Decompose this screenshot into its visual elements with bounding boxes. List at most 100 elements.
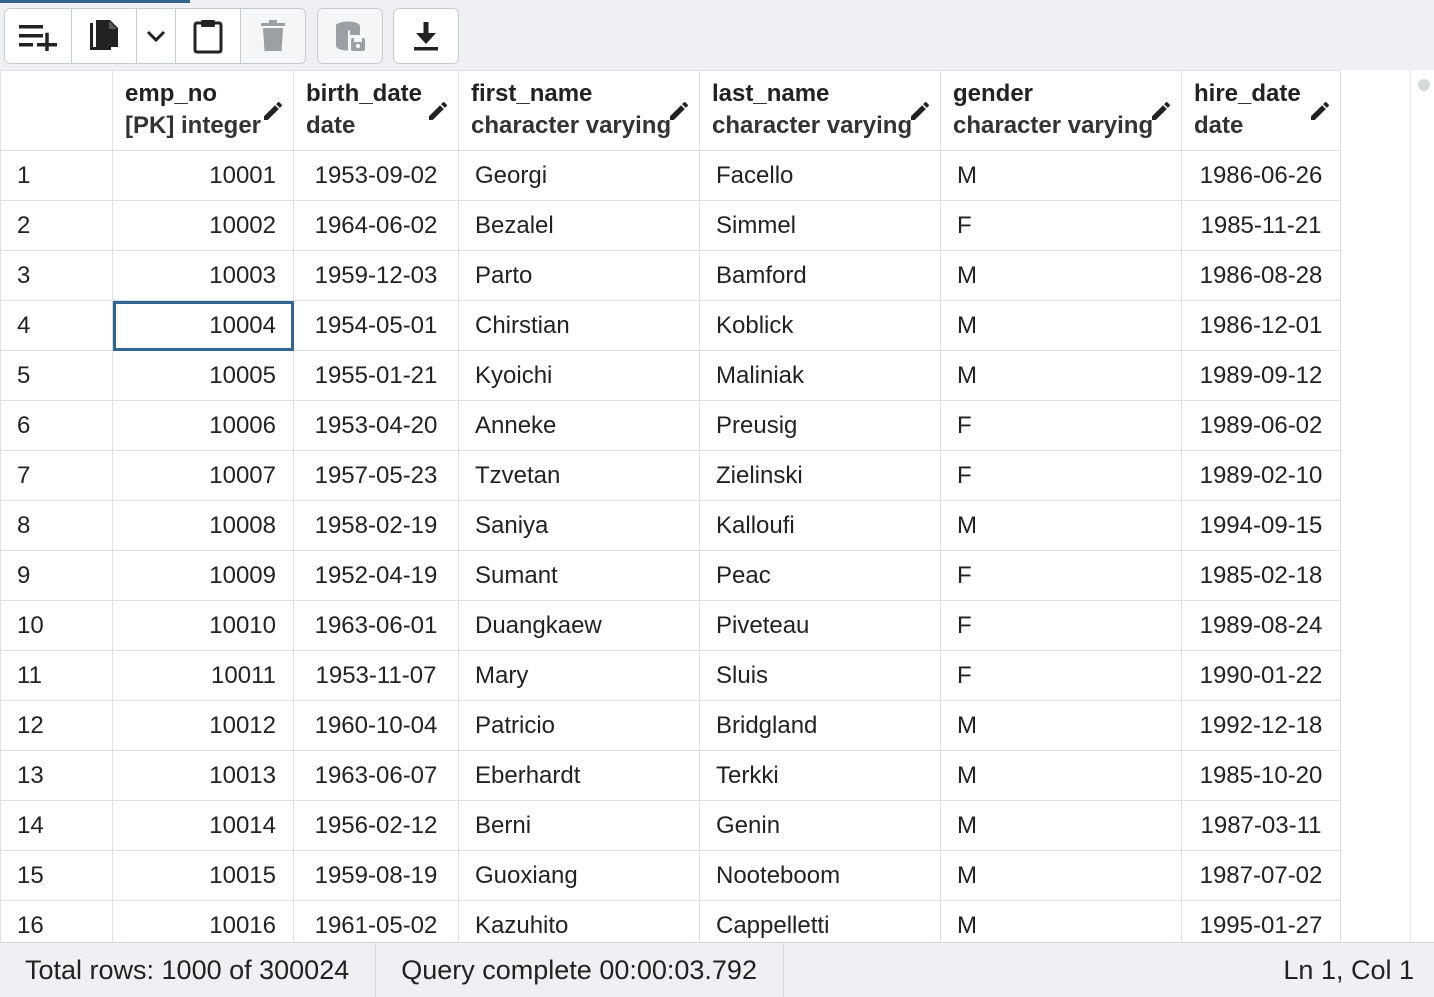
table-row[interactable]: 7 10007 1957-05-23 Tzvetan Zielinski F 1989-02… — [0, 450, 1341, 501]
cell-emp-no[interactable]: 10009 — [112, 550, 294, 601]
table-row[interactable]: 9 10009 1952-04-19 Sumant Peac F 1985-02-18 — [0, 550, 1341, 601]
cell-hire-date[interactable]: 1990-01-22 — [1181, 650, 1341, 701]
cell-emp-no[interactable]: 10013 — [112, 750, 294, 801]
cell-first-name[interactable]: Kazuhito — [458, 900, 700, 942]
table-row[interactable]: 8 10008 1958-02-19 Saniya Kalloufi M 1994-09-1… — [0, 500, 1341, 551]
cell-gender[interactable]: F — [940, 600, 1182, 651]
cell-birth-date[interactable]: 1952-04-19 — [293, 550, 459, 601]
cell-first-name[interactable]: Parto — [458, 250, 700, 301]
cell-first-name[interactable]: Chirstian — [458, 300, 700, 351]
row-number[interactable]: 10 — [0, 600, 113, 651]
table-row[interactable]: 4 10004 1954-05-01 Chirstian Koblick M 1986-12… — [0, 300, 1341, 351]
cell-birth-date[interactable]: 1955-01-21 — [293, 350, 459, 401]
cell-last-name[interactable]: Bridgland — [699, 700, 941, 751]
row-number[interactable]: 8 — [0, 500, 113, 551]
cell-hire-date[interactable]: 1989-08-24 — [1181, 600, 1341, 651]
cell-first-name[interactable]: Berni — [458, 800, 700, 851]
row-number[interactable]: 13 — [0, 750, 113, 801]
column-header-birth-date[interactable]: birth_date date — [293, 70, 459, 151]
cell-last-name[interactable]: Kalloufi — [699, 500, 941, 551]
cell-hire-date[interactable]: 1985-02-18 — [1181, 550, 1341, 601]
row-number[interactable]: 6 — [0, 400, 113, 451]
row-number[interactable]: 11 — [0, 650, 113, 701]
cell-last-name[interactable]: Peac — [699, 550, 941, 601]
cell-last-name[interactable]: Terkki — [699, 750, 941, 801]
cell-emp-no[interactable]: 10007 — [112, 450, 294, 501]
column-header-emp-no[interactable]: emp_no [PK] integer — [112, 70, 294, 151]
column-header-last-name[interactable]: last_name character varying — [699, 70, 941, 151]
cell-first-name[interactable]: Anneke — [458, 400, 700, 451]
cell-last-name[interactable]: Genin — [699, 800, 941, 851]
cell-birth-date[interactable]: 1953-11-07 — [293, 650, 459, 701]
row-number-header[interactable] — [0, 70, 113, 151]
cell-gender[interactable]: F — [940, 650, 1182, 701]
cell-first-name[interactable]: Sumant — [458, 550, 700, 601]
delete-button[interactable] — [241, 9, 305, 63]
cell-emp-no[interactable]: 10005 — [112, 350, 294, 401]
cell-gender[interactable]: M — [940, 900, 1182, 942]
row-number[interactable]: 16 — [0, 900, 113, 942]
row-number[interactable]: 9 — [0, 550, 113, 601]
cell-emp-no[interactable]: 10012 — [112, 700, 294, 751]
cell-first-name[interactable]: Kyoichi — [458, 350, 700, 401]
scroll-thumb[interactable] — [1418, 79, 1430, 91]
cell-birth-date[interactable]: 1957-05-23 — [293, 450, 459, 501]
cell-last-name[interactable]: Bamford — [699, 250, 941, 301]
row-number[interactable]: 4 — [0, 300, 113, 351]
cell-birth-date[interactable]: 1956-02-12 — [293, 800, 459, 851]
table-row[interactable]: 10 10010 1963-06-01 Duangkaew Piveteau F 1989-… — [0, 600, 1341, 651]
cell-emp-no[interactable]: 10001 — [112, 150, 294, 201]
cell-birth-date[interactable]: 1963-06-01 — [293, 600, 459, 651]
cell-hire-date[interactable]: 1987-07-02 — [1181, 850, 1341, 901]
cell-first-name[interactable]: Mary — [458, 650, 700, 701]
cell-last-name[interactable]: Koblick — [699, 300, 941, 351]
cell-gender[interactable]: M — [940, 300, 1182, 351]
paste-button[interactable] — [176, 9, 241, 63]
cell-gender[interactable]: M — [940, 350, 1182, 401]
cell-birth-date[interactable]: 1964-06-02 — [293, 200, 459, 251]
cell-emp-no[interactable]: 10016 — [112, 900, 294, 942]
cell-last-name[interactable]: Zielinski — [699, 450, 941, 501]
cell-last-name[interactable]: Maliniak — [699, 350, 941, 401]
cell-birth-date[interactable]: 1958-02-19 — [293, 500, 459, 551]
cell-last-name[interactable]: Simmel — [699, 200, 941, 251]
cell-birth-date[interactable]: 1959-08-19 — [293, 850, 459, 901]
cell-gender[interactable]: M — [940, 150, 1182, 201]
copy-button[interactable] — [72, 9, 137, 63]
cell-hire-date[interactable]: 1986-08-28 — [1181, 250, 1341, 301]
row-number[interactable]: 5 — [0, 350, 113, 401]
cell-birth-date[interactable]: 1954-05-01 — [293, 300, 459, 351]
row-number[interactable]: 12 — [0, 700, 113, 751]
column-header-gender[interactable]: gender character varying — [940, 70, 1182, 151]
cell-gender[interactable]: M — [940, 750, 1182, 801]
add-row-button[interactable] — [5, 9, 72, 63]
cell-first-name[interactable]: Georgi — [458, 150, 700, 201]
cell-first-name[interactable]: Saniya — [458, 500, 700, 551]
cell-gender[interactable]: F — [940, 450, 1182, 501]
table-row[interactable]: 11 10011 1953-11-07 Mary Sluis F 1990-01-22 — [0, 650, 1341, 701]
cell-emp-no[interactable]: 10010 — [112, 600, 294, 651]
cell-birth-date[interactable]: 1953-09-02 — [293, 150, 459, 201]
cell-gender[interactable]: M — [940, 500, 1182, 551]
cell-hire-date[interactable]: 1989-02-10 — [1181, 450, 1341, 501]
table-row[interactable]: 15 10015 1959-08-19 Guoxiang Nooteboom M 1987-… — [0, 850, 1341, 901]
cell-last-name[interactable]: Facello — [699, 150, 941, 201]
cell-last-name[interactable]: Sluis — [699, 650, 941, 701]
save-data-button[interactable] — [318, 9, 382, 63]
row-number[interactable]: 2 — [0, 200, 113, 251]
cell-birth-date[interactable]: 1960-10-04 — [293, 700, 459, 751]
row-number[interactable]: 7 — [0, 450, 113, 501]
table-row[interactable]: 13 10013 1963-06-07 Eberhardt Terkki M 1985-10… — [0, 750, 1341, 801]
cell-birth-date[interactable]: 1953-04-20 — [293, 400, 459, 451]
cell-gender[interactable]: M — [940, 250, 1182, 301]
table-row[interactable]: 14 10014 1956-02-12 Berni Genin M 1987-03-11 — [0, 800, 1341, 851]
cell-hire-date[interactable]: 1987-03-11 — [1181, 800, 1341, 851]
table-row[interactable]: 2 10002 1964-06-02 Bezalel Simmel F 1985-11-21 — [0, 200, 1341, 251]
cell-hire-date[interactable]: 1986-12-01 — [1181, 300, 1341, 351]
cell-emp-no[interactable]: 10006 — [112, 400, 294, 451]
cell-emp-no[interactable]: 10011 — [112, 650, 294, 701]
cell-emp-no[interactable]: 10008 — [112, 500, 294, 551]
vertical-scrollbar[interactable] — [1410, 70, 1434, 942]
table-row[interactable]: 6 10006 1953-04-20 Anneke Preusig F 1989-06-02 — [0, 400, 1341, 451]
cell-hire-date[interactable]: 1986-06-26 — [1181, 150, 1341, 201]
